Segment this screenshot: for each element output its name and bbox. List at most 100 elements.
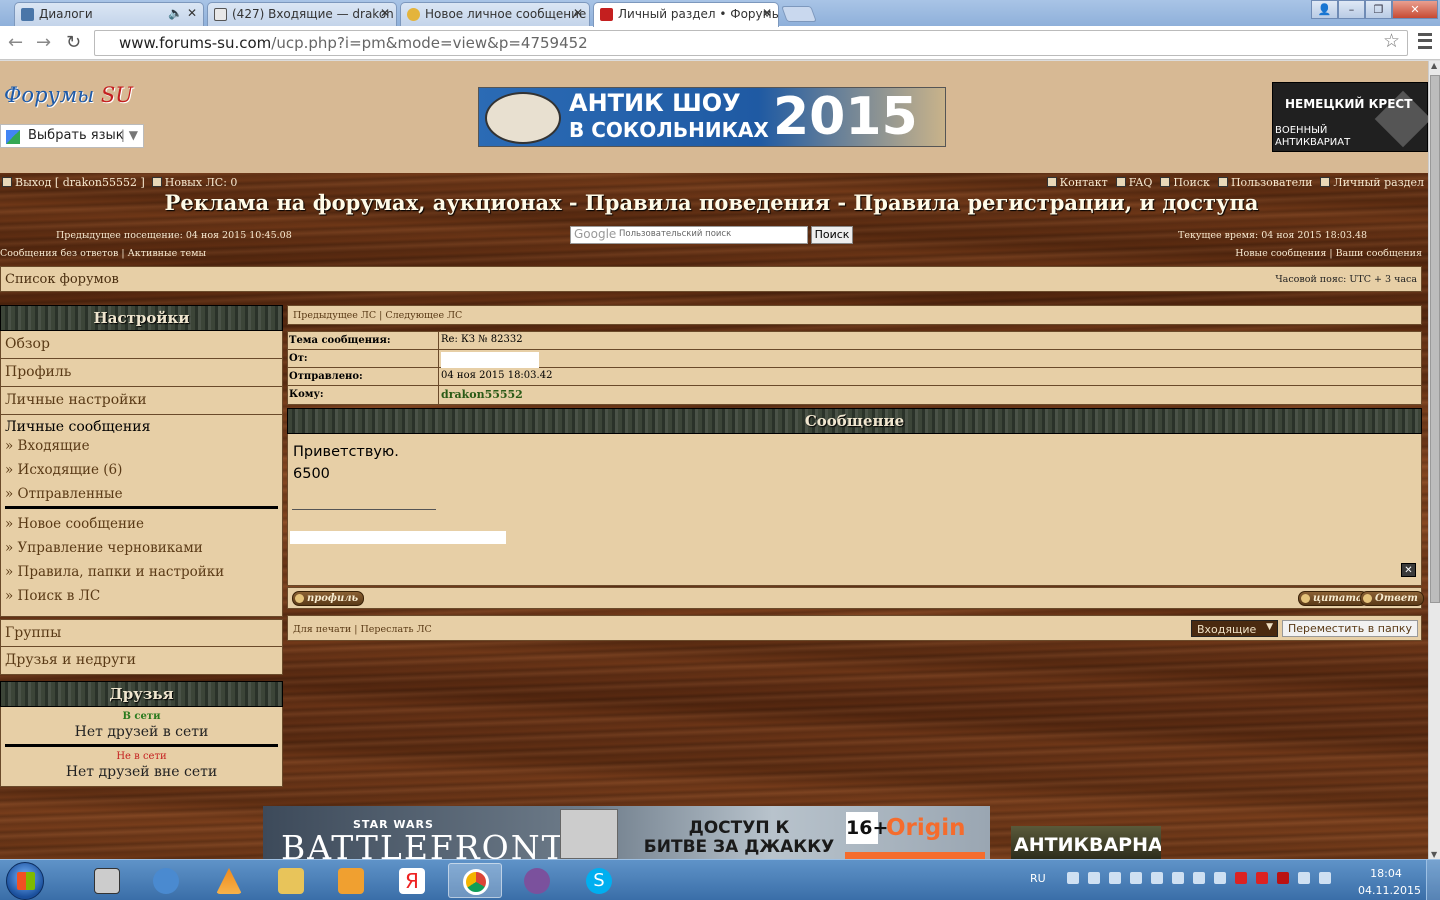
viber-icon	[524, 868, 550, 894]
battlefront-ad[interactable]: STAR WARS BATTLEFRONT ДОСТУП К БИТВЕ ЗА Д…	[263, 806, 990, 859]
new-pm-link[interactable]: Новых ЛС: 0	[165, 176, 238, 189]
new-tab-button[interactable]	[781, 6, 817, 22]
forward-button[interactable]: →	[36, 32, 51, 53]
flag-icon[interactable]	[1172, 872, 1185, 884]
profile-button[interactable]: профиль	[292, 591, 365, 606]
scroll-thumb[interactable]	[1430, 75, 1440, 603]
url-field[interactable]: www.forums-su.com/ucp.php?i=pm&mode=view…	[94, 30, 1408, 56]
language-indicator[interactable]: RU	[1030, 872, 1046, 885]
ad-text: ДОСТУП К БИТВЕ ЗА ДЖАККУ	[643, 818, 835, 857]
close-icon[interactable]: 🔈 ✕	[168, 6, 197, 20]
reload-button[interactable]: ↻	[66, 32, 81, 53]
tray-icon[interactable]	[1109, 872, 1122, 884]
antique-ad[interactable]: АНТИКВАРНАЯ	[1011, 826, 1161, 859]
browser-tab-new-pm[interactable]: Новое личное сообщение ✕	[400, 2, 590, 26]
start-button[interactable]	[6, 862, 44, 900]
move-to-folder-button[interactable]: Переместить в папку	[1282, 620, 1418, 637]
chrome-menu-icon[interactable]	[1418, 33, 1432, 49]
search-input[interactable]: Google Пользовательский поиск	[570, 226, 808, 244]
faq-link[interactable]: FAQ	[1129, 176, 1153, 189]
taskbar-vlc[interactable]	[202, 863, 256, 898]
taskbar-folder[interactable]	[264, 863, 318, 898]
sidebar-item-preferences[interactable]: Личные настройки	[0, 387, 283, 415]
ad-title: BATTLEFRONT	[281, 828, 566, 859]
eagle-seal-icon	[485, 92, 561, 144]
forum-su-icon	[600, 8, 613, 21]
recipient-link[interactable]: drakon55552	[439, 386, 1421, 404]
ati-icon[interactable]	[1256, 872, 1269, 884]
minimize-button[interactable]: –	[1338, 0, 1365, 19]
acrobat-icon[interactable]	[1277, 872, 1290, 884]
language-select[interactable]: Выбрать язык | ▼	[0, 124, 144, 148]
maximize-button[interactable]: ❐	[1365, 0, 1392, 19]
scroll-up-icon[interactable]: ▲	[1431, 61, 1437, 70]
new-own-posts-links[interactable]: Новые сообщения | Ваши сообщения	[1235, 248, 1422, 259]
pm-prev-next[interactable]: Предыдущее ЛС | Следующее ЛС	[287, 305, 1422, 325]
tray-icon[interactable]	[1193, 872, 1206, 884]
user-icon[interactable]: 👤	[1311, 0, 1338, 19]
subject-label: Тема сообщения:	[288, 332, 439, 349]
pm-drafts[interactable]: » Управление черновиками	[5, 540, 282, 564]
browser-tab-dialogs[interactable]: Диалоги 🔈 ✕	[14, 2, 204, 26]
antique-show-banner[interactable]: АНТИК ШОУ В СОКОЛЬНИКАХ 2015	[478, 87, 946, 147]
pm-folder-inbox[interactable]: » Входящие	[5, 438, 282, 462]
taskbar-skype[interactable]: S	[572, 863, 626, 898]
sidebar-item-profile[interactable]: Профиль	[0, 359, 283, 387]
back-button[interactable]: ←	[8, 32, 23, 53]
search-link[interactable]: Поиск	[1173, 176, 1210, 189]
sidebar-item-pm[interactable]: Личные сообщения	[5, 419, 282, 435]
bookmark-star-icon[interactable]: ☆	[1383, 30, 1400, 52]
reply-button[interactable]: Ответ	[1360, 591, 1424, 606]
pm-new-message[interactable]: » Новое сообщение	[5, 516, 282, 540]
tray-icon[interactable]	[1214, 872, 1227, 884]
timezone: Часовой пояс: UTC + 3 часа	[1275, 274, 1417, 285]
contact-link[interactable]: Контакт	[1060, 176, 1108, 189]
close-icon[interactable]: ✕	[573, 6, 583, 20]
print-forward-links[interactable]: Для печати | Переслать ЛС	[293, 624, 432, 635]
users-link[interactable]: Пользователи	[1231, 176, 1312, 189]
tray-icon[interactable]	[1151, 872, 1164, 884]
close-icon[interactable]: ✕	[762, 6, 772, 20]
pm-rules-folders[interactable]: » Правила, папки и настройки	[5, 564, 282, 588]
delete-icon[interactable]: ✕	[1401, 563, 1416, 577]
logout-link[interactable]: Выход [ drakon55552 ]	[15, 176, 145, 189]
iron-cross-banner[interactable]: НЕМЕЦКИЙ КРЕСТ ВОЕННЫЙ АНТИКВАРИАТ	[1272, 82, 1428, 152]
folder-select[interactable]: Входящие ▼	[1191, 620, 1278, 637]
sidebar-item-groups[interactable]: Группы	[0, 619, 283, 647]
taskbar-media-player[interactable]	[324, 863, 378, 898]
taskbar-explorer[interactable]	[80, 863, 134, 898]
taskbar-yandex[interactable]: Я	[385, 863, 439, 898]
close-window-button[interactable]: ✕	[1392, 0, 1438, 19]
close-icon[interactable]: ✕	[380, 6, 390, 20]
clock[interactable]: 18:04 04.11.2015	[1358, 865, 1421, 899]
page-scrollbar[interactable]: ▲ ▼	[1428, 61, 1440, 859]
taskbar-chrome[interactable]	[448, 863, 502, 898]
site-title[interactable]: Реклама на форумах, аукционах - Правила …	[0, 190, 1423, 215]
pm-search[interactable]: » Поиск в ЛС	[5, 588, 282, 612]
windows-taskbar: Я S RU 18:04 04.11.2015	[0, 859, 1440, 900]
personal-link[interactable]: Личный раздел	[1333, 176, 1424, 189]
taskbar-viber[interactable]	[510, 863, 564, 898]
browser-tab-inbox[interactable]: (427) Входящие — drakon ✕	[207, 2, 397, 26]
vk-icon	[21, 8, 34, 21]
taskbar-thunderbird[interactable]	[139, 863, 193, 898]
show-desktop-button[interactable]	[1426, 860, 1440, 900]
pm-folder-sent[interactable]: » Отправленные	[5, 486, 282, 504]
tray-icon[interactable]	[1130, 872, 1143, 884]
tray-icon[interactable]	[1067, 872, 1080, 884]
forum-index-link[interactable]: Список форумов	[5, 272, 119, 287]
site-logo[interactable]: Форумы SU	[4, 83, 133, 107]
browser-tab-personal[interactable]: Личный раздел • Форумы ✕	[593, 2, 779, 27]
ati-icon[interactable]	[1235, 872, 1248, 884]
pm-folder-outbox[interactable]: » Исходящие (6)	[5, 462, 282, 486]
scroll-down-icon[interactable]: ▼	[1431, 850, 1437, 859]
network-icon[interactable]	[1298, 872, 1311, 884]
unanswered-active-links[interactable]: Сообщения без ответов | Активные темы	[0, 248, 206, 259]
quote-button[interactable]: цитата	[1298, 591, 1369, 606]
sidebar-item-friends-foes[interactable]: Друзья и недруги	[0, 647, 283, 675]
url-path: /ucp.php?i=pm&mode=view&p=4759452	[271, 34, 588, 52]
sidebar-item-overview[interactable]: Обзор	[0, 331, 283, 359]
volume-icon[interactable]	[1319, 872, 1332, 884]
tray-icon[interactable]	[1088, 872, 1101, 884]
search-button[interactable]: Поиск	[811, 226, 853, 244]
